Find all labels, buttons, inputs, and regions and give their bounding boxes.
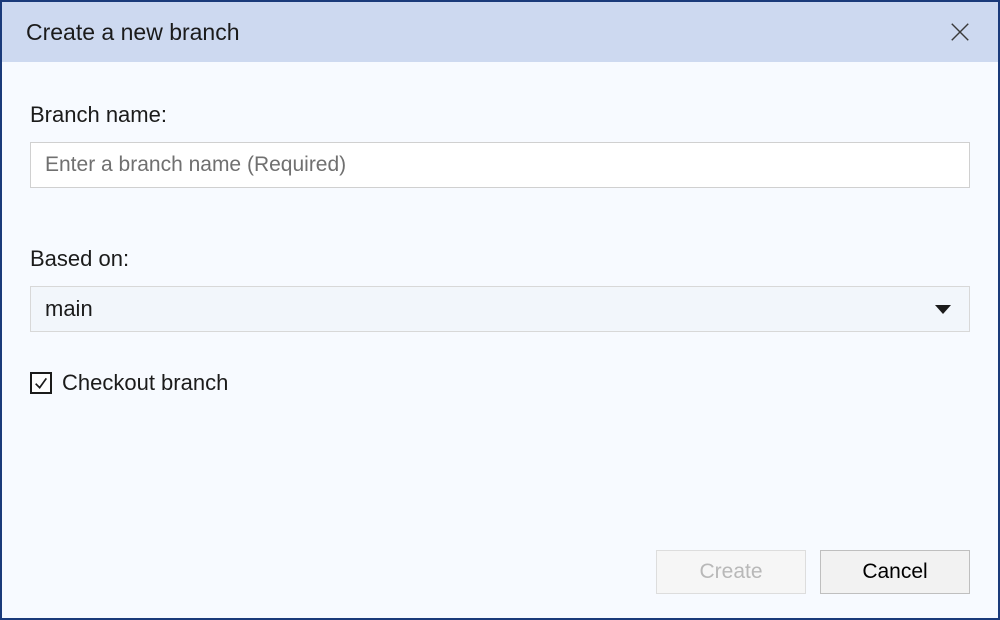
titlebar: Create a new branch [2,2,998,62]
close-button[interactable] [942,14,978,50]
branch-name-label: Branch name: [30,102,970,128]
dialog-title: Create a new branch [26,19,240,46]
chevron-down-icon [935,305,951,314]
dialog-content: Branch name: Based on: main Checkout bra… [2,62,998,550]
cancel-button[interactable]: Cancel [820,550,970,594]
based-on-selected-value: main [45,296,93,322]
create-button[interactable]: Create [656,550,806,594]
based-on-label: Based on: [30,246,970,272]
based-on-select[interactable]: main [30,286,970,332]
checkout-branch-label: Checkout branch [62,370,228,396]
checkmark-icon [33,375,49,391]
checkout-branch-row: Checkout branch [30,370,970,396]
create-branch-dialog: Create a new branch Branch name: Based o… [0,0,1000,620]
checkout-branch-checkbox[interactable] [30,372,52,394]
dialog-footer: Create Cancel [2,550,998,618]
branch-name-input[interactable] [30,142,970,188]
close-icon [949,21,971,43]
